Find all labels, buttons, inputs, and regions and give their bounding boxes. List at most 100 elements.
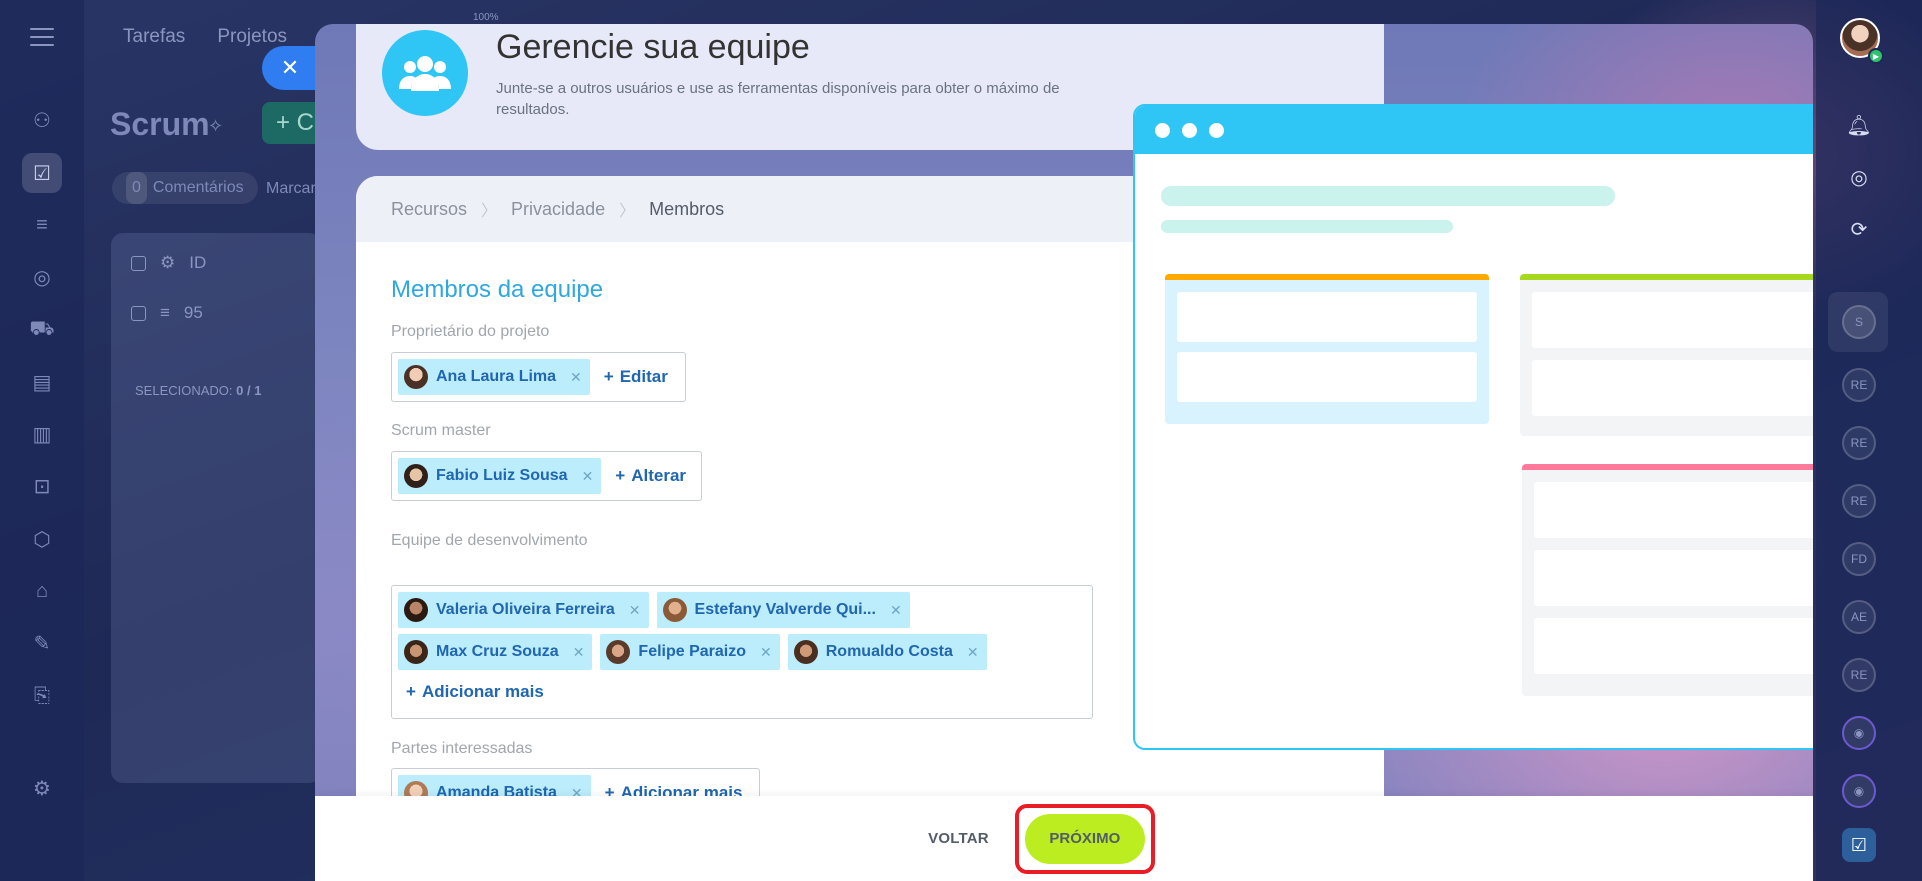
rail-chat-avatar[interactable]: RE [1842, 368, 1876, 402]
menu-icon[interactable] [30, 28, 54, 46]
breadcrumb-step-recursos[interactable]: Recursos [391, 199, 467, 220]
bell-icon[interactable]: 🔔︎ [1842, 108, 1876, 142]
box-icon[interactable]: ⬡ [22, 519, 62, 559]
member-name: Fabio Luiz Sousa [436, 467, 568, 484]
plus-icon: + [615, 466, 626, 485]
network-icon[interactable]: ⚇ [22, 100, 62, 140]
filter-icon[interactable]: ≡ [22, 205, 62, 245]
remove-icon[interactable]: ✕ [573, 644, 585, 661]
add-dev-member-link[interactable]: + Adicionar mais [398, 682, 550, 702]
owner-field[interactable]: Ana Laura Lima ✕ + Editar [391, 352, 686, 402]
member-chip: Felipe Paraizo ✕ [600, 634, 780, 670]
remove-icon[interactable]: ✕ [967, 644, 979, 661]
pen-icon[interactable]: ✎ [22, 623, 62, 663]
edit-owner-link[interactable]: + Editar [598, 367, 674, 387]
kanban-column [1165, 274, 1489, 424]
rail-chat-avatar[interactable]: S [1842, 305, 1876, 339]
remove-icon[interactable]: ✕ [890, 602, 902, 619]
member-chip: Fabio Luiz Sousa ✕ [398, 458, 602, 494]
dev-team-field[interactable]: Valeria Oliveira Ferreira ✕ Estefany Val… [391, 585, 1093, 719]
rail-chat-avatar[interactable]: AE [1842, 600, 1876, 634]
avatar [662, 598, 687, 622]
row-checkbox[interactable] [131, 305, 146, 321]
kanban-card [1177, 352, 1477, 402]
id-column-header: ID [189, 253, 207, 272]
remove-icon[interactable]: ✕ [570, 369, 582, 386]
cart-icon[interactable]: ⛟ [22, 310, 62, 350]
contact-card-icon[interactable]: ▤ [22, 362, 62, 402]
window-dot-icon [1155, 122, 1170, 138]
kanban-card [1177, 292, 1477, 342]
team-icon [382, 30, 468, 116]
placeholder-line [1161, 220, 1453, 233]
app-sidebar: ⚇ ☑ ≡ ◎ ⛟ ▤ ▥ ⊡ ⬡ ⌂ ✎ ⎘ ⚙ [0, 0, 84, 881]
kanban-column [1522, 464, 1813, 696]
avatar [404, 640, 428, 664]
zoom-level: 100% [473, 12, 499, 23]
rail-group-icon[interactable]: ◉ [1842, 774, 1876, 808]
member-name: Romualdo Costa [825, 643, 953, 660]
row-id: 95 [183, 303, 203, 322]
owner-label: Proprietário do projeto [391, 323, 550, 340]
gear-icon[interactable]: ⚙ [160, 253, 175, 273]
drag-handle-icon[interactable]: ≡ [160, 303, 170, 323]
store-icon[interactable]: ⌂ [22, 571, 62, 611]
nav-item-projetos[interactable]: Projetos [217, 26, 287, 48]
tasks-quick-icon[interactable]: ☑ [1842, 828, 1876, 862]
avatar [606, 640, 631, 664]
remove-icon[interactable]: ✕ [760, 644, 772, 661]
top-navigation: Tarefas Projetos F [123, 26, 331, 48]
comments-count: 0 [126, 172, 147, 204]
back-button[interactable]: VOLTAR [928, 830, 989, 847]
document-icon[interactable]: ⎘ [22, 676, 62, 716]
member-name: Ana Laura Lima [436, 368, 557, 385]
kanban-card [1534, 618, 1813, 674]
member-name: Felipe Paraizo [638, 643, 747, 660]
modal-title: Gerencie sua equipe [496, 28, 810, 66]
window-dot-icon [1209, 122, 1224, 138]
mark-filter[interactable]: Marcar [266, 180, 316, 198]
avatar [793, 640, 818, 664]
select-all-checkbox[interactable] [131, 255, 146, 271]
nav-item-tarefas[interactable]: Tarefas [123, 26, 185, 48]
dev-team-label: Equipe de desenvolvimento [391, 532, 588, 549]
kanban-column [1520, 274, 1813, 436]
scrum-master-field[interactable]: Fabio Luiz Sousa ✕ + Alterar [391, 451, 702, 501]
settings-icon[interactable]: ⚙ [22, 768, 62, 808]
avatar [404, 365, 428, 389]
rail-chat-avatar[interactable]: RE [1842, 426, 1876, 460]
page-title: Scrum [110, 106, 210, 142]
chart-icon[interactable]: ▥ [22, 414, 62, 454]
selected-counter: SELECIONADO: 0 / 1 [135, 383, 262, 398]
chevron-right-icon: 〉 [619, 203, 636, 220]
remove-icon[interactable]: ✕ [582, 468, 594, 485]
rail-chat-avatar[interactable]: FD [1842, 542, 1876, 576]
member-chip: Estefany Valverde Qui... ✕ [656, 592, 910, 628]
robot-icon[interactable]: ⊡ [22, 466, 62, 506]
remove-icon[interactable]: ✕ [629, 602, 641, 619]
comments-filter[interactable]: 0 Comentários [112, 172, 258, 204]
tasks-icon[interactable]: ☑ [22, 153, 62, 193]
next-button-highlight: PRÓXIMO [1014, 803, 1155, 874]
window-dot-icon [1182, 122, 1197, 138]
plus-icon: + [406, 682, 416, 701]
target-icon[interactable]: ◎ [22, 257, 62, 297]
rail-group-icon[interactable]: ◉ [1842, 716, 1876, 750]
section-title: Membros da equipe [391, 276, 604, 303]
kanban-card [1532, 360, 1813, 416]
next-button[interactable]: PRÓXIMO [1024, 813, 1145, 864]
rail-chat-avatar[interactable]: RE [1842, 484, 1876, 518]
breadcrumb-step-privacidade[interactable]: Privacidade [511, 199, 605, 220]
chevron-right-icon: 〉 [481, 203, 498, 220]
sync-icon[interactable]: ⟳ [1842, 212, 1876, 246]
window-titlebar [1135, 106, 1813, 154]
create-button[interactable]: + C [262, 102, 322, 144]
member-name: Estefany Valverde Qui... [694, 601, 876, 618]
rail-chat-avatar[interactable]: RE [1842, 658, 1876, 692]
change-scrum-master-link[interactable]: + Alterar [609, 466, 692, 486]
avatar [404, 464, 428, 488]
pin-icon[interactable]: ✧ [208, 116, 223, 137]
member-chip: Romualdo Costa ✕ [787, 634, 987, 670]
target-icon[interactable]: ◎ [1842, 160, 1876, 194]
modal-description: Junte-se a outros usuários e use as ferr… [496, 80, 1060, 118]
